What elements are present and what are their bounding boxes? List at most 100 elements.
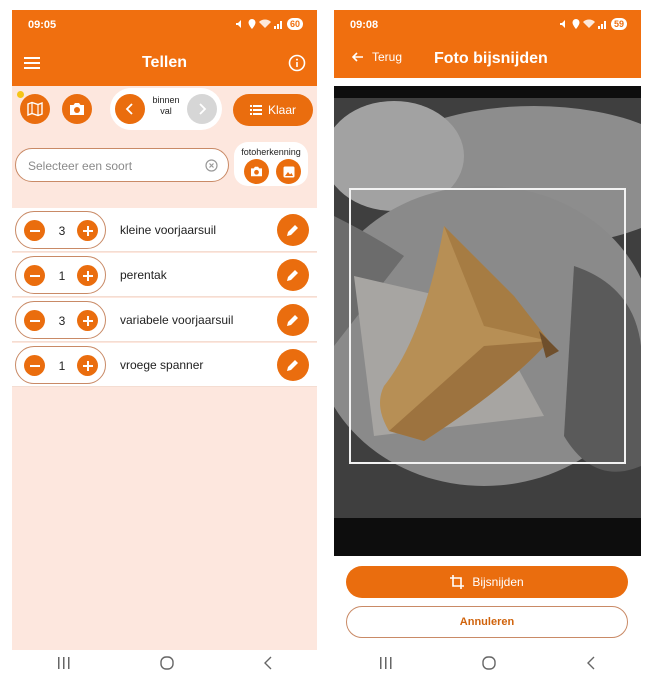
increment-button[interactable] <box>77 220 98 241</box>
system-nav-right <box>334 650 641 675</box>
map-button[interactable] <box>20 94 50 124</box>
crop-icon <box>450 575 465 589</box>
signal-icon <box>273 21 282 29</box>
gallery-icon <box>283 166 294 177</box>
home-icon[interactable] <box>159 655 174 670</box>
plus-icon <box>82 270 93 281</box>
status-bar: 09:08 59 <box>334 10 641 40</box>
app-bar: Terug Foto bijsnijden <box>334 40 641 78</box>
crop-screen: 09:08 59 Terug Foto bijsnijden Bijsnijde… <box>334 10 641 650</box>
species-row: 1 perentak <box>12 253 317 297</box>
home-icon[interactable] <box>482 655 497 670</box>
back-label: Terug <box>372 50 403 64</box>
location-label: binnen val <box>152 95 180 116</box>
info-icon[interactable] <box>288 54 306 72</box>
decrement-button[interactable] <box>24 265 45 286</box>
species-row: 3 variabele voorjaarsuil <box>12 298 317 342</box>
decrement-button[interactable] <box>24 355 45 376</box>
minus-icon <box>29 274 40 277</box>
species-name: kleine voorjaarsuil <box>120 223 217 237</box>
pencil-icon <box>287 315 298 326</box>
status-bar: 09:05 60 <box>12 10 317 40</box>
minus-icon <box>29 319 40 322</box>
edit-button[interactable] <box>277 214 309 246</box>
species-name: vroege spanner <box>120 358 204 372</box>
wifi-icon <box>582 19 595 28</box>
species-name: perentak <box>120 268 167 282</box>
status-time: 09:05 <box>28 19 57 31</box>
increment-button[interactable] <box>77 355 98 376</box>
minus-icon <box>29 229 40 232</box>
count-screen: 09:05 60 Tellen binnen val Klaar Selecte… <box>12 10 317 650</box>
count-stepper: 1 <box>15 256 106 294</box>
count-stepper: 3 <box>15 301 106 339</box>
arrow-left-icon <box>352 52 363 62</box>
battery-indicator: 59 <box>610 18 627 30</box>
pencil-icon <box>287 360 298 371</box>
camera-button[interactable] <box>62 94 92 124</box>
recent-apps-icon[interactable] <box>379 656 393 669</box>
location-icon <box>572 19 580 29</box>
page-title: Foto bijsnijden <box>434 50 548 67</box>
decrement-button[interactable] <box>24 310 45 331</box>
recognition-camera-button[interactable] <box>244 159 269 184</box>
mute-icon <box>235 20 241 28</box>
mute-icon <box>559 20 565 28</box>
species-row: 1 vroege spanner <box>12 343 317 387</box>
next-button[interactable] <box>187 94 217 124</box>
count-value: 1 <box>58 359 66 373</box>
crop-frame[interactable] <box>349 188 626 464</box>
edit-button[interactable] <box>277 304 309 336</box>
camera-icon <box>251 166 262 177</box>
done-button[interactable]: Klaar <box>233 94 313 126</box>
back-icon[interactable] <box>263 656 273 670</box>
photo-recognition-label: fotoherkenning <box>241 147 301 157</box>
increment-button[interactable] <box>77 310 98 331</box>
decrement-button[interactable] <box>24 220 45 241</box>
count-value: 3 <box>58 224 66 238</box>
chevron-left-icon <box>125 103 133 115</box>
system-nav-left <box>12 650 317 675</box>
app-bar: Tellen <box>12 40 317 86</box>
pencil-icon <box>287 225 298 236</box>
count-value: 1 <box>58 269 66 283</box>
species-search-input[interactable]: Selecteer een soort <box>15 148 229 182</box>
battery-indicator: 60 <box>286 18 303 30</box>
clear-icon[interactable] <box>205 159 218 172</box>
list-icon <box>249 105 262 115</box>
species-name: variabele voorjaarsuil <box>120 313 234 327</box>
minus-icon <box>29 364 40 367</box>
notification-dot <box>17 91 24 98</box>
count-value: 3 <box>58 314 66 328</box>
page-title: Tellen <box>141 54 188 71</box>
count-stepper: 3 <box>15 211 106 249</box>
plus-icon <box>82 360 93 371</box>
back-button[interactable]: Terug <box>352 50 402 64</box>
status-time: 09:08 <box>350 19 379 31</box>
photo-recognition-panel: fotoherkenning <box>234 142 308 186</box>
signal-icon <box>597 21 606 29</box>
increment-button[interactable] <box>77 265 98 286</box>
chevron-right-icon <box>199 103 207 115</box>
photo-preview <box>334 86 641 556</box>
recent-apps-icon[interactable] <box>57 656 71 669</box>
crop-button[interactable]: Bijsnijden <box>346 566 628 598</box>
edit-button[interactable] <box>277 349 309 381</box>
back-icon[interactable] <box>586 656 596 670</box>
cancel-button[interactable]: Annuleren <box>346 606 628 638</box>
recognition-gallery-button[interactable] <box>276 159 301 184</box>
map-icon <box>27 101 43 117</box>
plus-icon <box>82 225 93 236</box>
done-label: Klaar <box>267 103 296 117</box>
location-icon <box>248 19 256 29</box>
status-icons: 59 <box>559 18 627 30</box>
edit-button[interactable] <box>277 259 309 291</box>
plus-icon <box>82 315 93 326</box>
status-icons: 60 <box>235 18 303 30</box>
previous-button[interactable] <box>115 94 145 124</box>
camera-icon <box>70 103 84 115</box>
pencil-icon <box>287 270 298 281</box>
wifi-icon <box>258 19 271 28</box>
count-stepper: 1 <box>15 346 106 384</box>
cancel-label: Annuleren <box>459 616 515 628</box>
